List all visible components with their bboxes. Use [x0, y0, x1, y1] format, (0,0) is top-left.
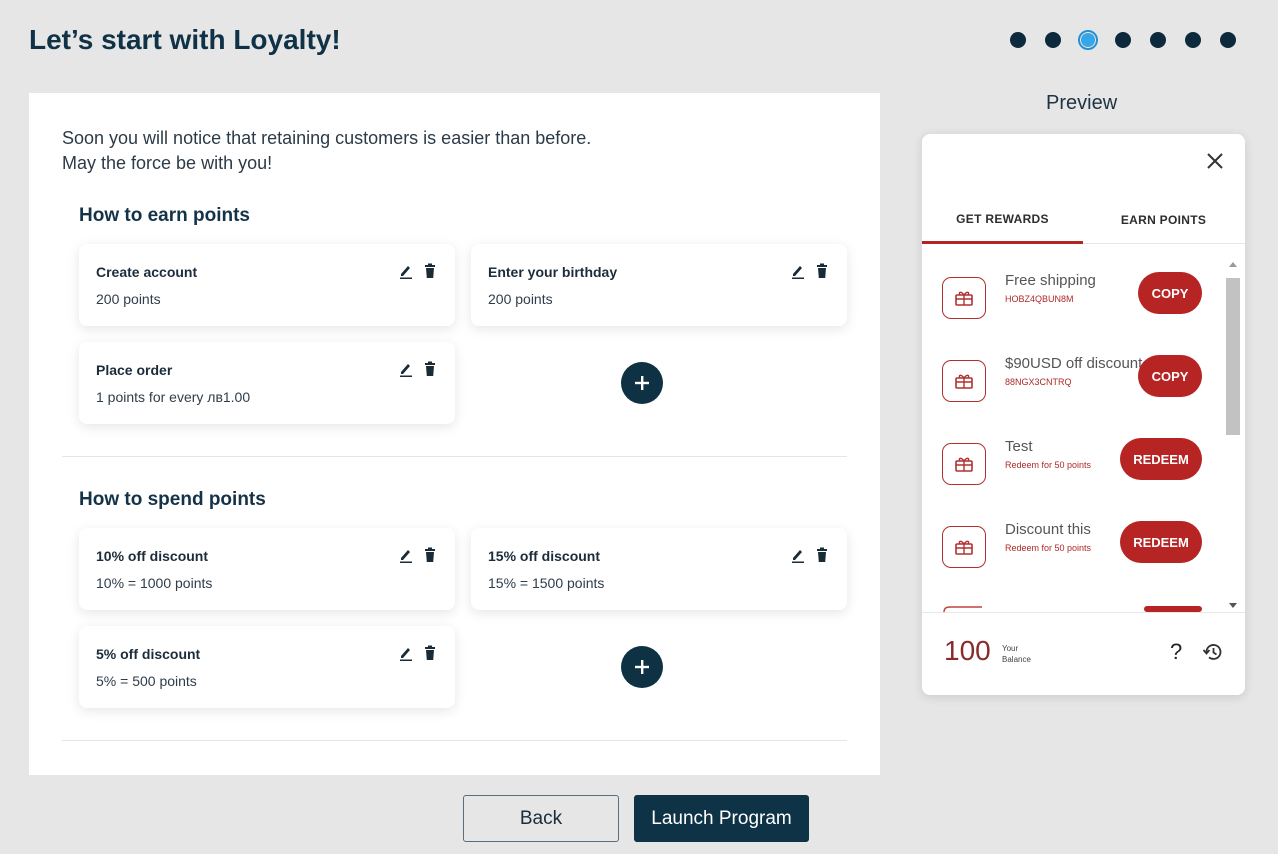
rule-value: 10% = 1000 points: [96, 575, 213, 591]
spend-rule-card[interactable]: 15% off discount 15% = 1500 points: [471, 528, 847, 610]
earn-rule-card[interactable]: Enter your birthday 200 points: [471, 244, 847, 326]
add-earn-rule-button[interactable]: [621, 362, 663, 404]
trash-icon[interactable]: [423, 263, 437, 279]
page-title: Let’s start with Loyalty!: [29, 24, 341, 55]
reward-code: HOBZ4QBUN8M: [1005, 294, 1074, 304]
intro-line-2: May the force be with you!: [62, 153, 273, 173]
redeem-button[interactable]: REDEEM: [1120, 521, 1202, 563]
help-icon[interactable]: ?: [1170, 639, 1182, 665]
rule-name: Enter your birthday: [488, 264, 618, 280]
reward-list-scrollbar[interactable]: [1224, 258, 1242, 612]
section-divider: [62, 456, 847, 457]
plus-icon: [635, 376, 649, 390]
edit-icon[interactable]: [399, 263, 413, 279]
history-icon[interactable]: [1202, 641, 1224, 663]
rule-name: 10% off discount: [96, 548, 209, 564]
rule-name: Place order: [96, 362, 173, 378]
tab-get-rewards[interactable]: GET REWARDS: [922, 196, 1083, 244]
scroll-down-arrow-icon[interactable]: [1229, 603, 1237, 608]
step-indicator: [1008, 30, 1238, 50]
reward-list[interactable]: Free shipping HOBZ4QBUN8M COPY $90USD of…: [922, 252, 1222, 612]
reward-code: Redeem for 50 points: [1005, 460, 1092, 470]
rule-value: 1 points for every лв1.00: [96, 389, 251, 405]
rule-value: 200 points: [96, 291, 161, 307]
reward-code: 88NGX3CNTRQ: [1005, 377, 1072, 387]
balance-label-line: Your: [1002, 644, 1019, 653]
redeem-button[interactable]: REDEEM: [1120, 438, 1202, 480]
step-dot-5: [1148, 30, 1168, 50]
list-item: $90USD off discount 88NGX3CNTRQ COPY: [922, 347, 1222, 411]
earn-section-title: How to earn points: [79, 205, 250, 226]
step-dot-7: [1218, 30, 1238, 50]
intro-text: Soon you will notice that retaining cust…: [62, 126, 591, 176]
trash-icon[interactable]: [815, 547, 829, 563]
edit-icon[interactable]: [399, 645, 413, 661]
gift-icon: [942, 526, 986, 568]
spend-rule-card[interactable]: 5% off discount 5% = 500 points: [79, 626, 455, 708]
step-dot-3-active: [1078, 30, 1098, 50]
spend-rule-card[interactable]: 10% off discount 10% = 1000 points: [79, 528, 455, 610]
rule-name: Create account: [96, 264, 198, 280]
step-dot-4: [1113, 30, 1133, 50]
step-dot-1: [1008, 30, 1028, 50]
scroll-thumb[interactable]: [1226, 278, 1240, 435]
balance-value: 100: [944, 635, 991, 666]
gift-icon: [942, 277, 986, 319]
copy-button[interactable]: COPY: [1138, 272, 1202, 314]
balance-label-line: Balance: [1002, 655, 1031, 664]
rule-name: 15% off discount: [488, 548, 601, 564]
launch-program-button[interactable]: Launch Program: [634, 795, 809, 842]
reward-name: $90USD off discount: [1005, 355, 1143, 372]
preview-label: Preview: [1046, 92, 1118, 114]
gift-icon: [942, 443, 986, 485]
step-dot-6: [1183, 30, 1203, 50]
gift-icon: [942, 360, 986, 402]
rule-value: 200 points: [488, 291, 553, 307]
scroll-up-arrow-icon[interactable]: [1229, 262, 1237, 267]
widget-footer: 100 Your Balance ?: [922, 612, 1245, 695]
list-item: Test Redeem for 50 points REDEEM: [922, 430, 1222, 494]
trash-icon[interactable]: [423, 547, 437, 563]
copy-button[interactable]: COPY: [1138, 355, 1202, 397]
reward-name: Test: [1005, 438, 1033, 455]
trash-icon[interactable]: [423, 645, 437, 661]
reward-name: Free shipping: [1005, 272, 1096, 289]
edit-icon[interactable]: [399, 547, 413, 563]
earn-rule-card[interactable]: Create account 200 points: [79, 244, 455, 326]
loyalty-widget-preview: GET REWARDS EARN POINTS Free shipping HO…: [922, 134, 1245, 695]
plus-icon: [635, 660, 649, 674]
close-icon[interactable]: [1205, 151, 1225, 171]
rule-name: 5% off discount: [96, 646, 201, 662]
program-config-card: Soon you will notice that retaining cust…: [29, 93, 880, 775]
list-item: Free shipping HOBZ4QBUN8M COPY: [922, 264, 1222, 328]
back-button[interactable]: Back: [463, 795, 619, 842]
rule-value: 5% = 500 points: [96, 673, 197, 689]
edit-icon[interactable]: [791, 547, 805, 563]
spend-section-title: How to spend points: [79, 489, 266, 510]
tab-earn-points[interactable]: EARN POINTS: [1083, 196, 1244, 244]
edit-icon[interactable]: [791, 263, 805, 279]
edit-icon[interactable]: [399, 361, 413, 377]
section-divider: [62, 740, 847, 741]
rule-value: 15% = 1500 points: [488, 575, 605, 591]
earn-rule-card[interactable]: Place order 1 points for every лв1.00: [79, 342, 455, 424]
balance-label: Your Balance: [1002, 643, 1052, 665]
step-dot-2: [1043, 30, 1063, 50]
list-item: Discount this Redeem for 50 points REDEE…: [922, 513, 1222, 577]
intro-line-1: Soon you will notice that retaining cust…: [62, 128, 592, 148]
trash-icon[interactable]: [815, 263, 829, 279]
trash-icon[interactable]: [423, 361, 437, 377]
add-spend-rule-button[interactable]: [621, 646, 663, 688]
reward-name: Discount this: [1005, 521, 1091, 538]
reward-code: Redeem for 50 points: [1005, 543, 1092, 553]
widget-tabs: GET REWARDS EARN POINTS: [922, 196, 1245, 244]
